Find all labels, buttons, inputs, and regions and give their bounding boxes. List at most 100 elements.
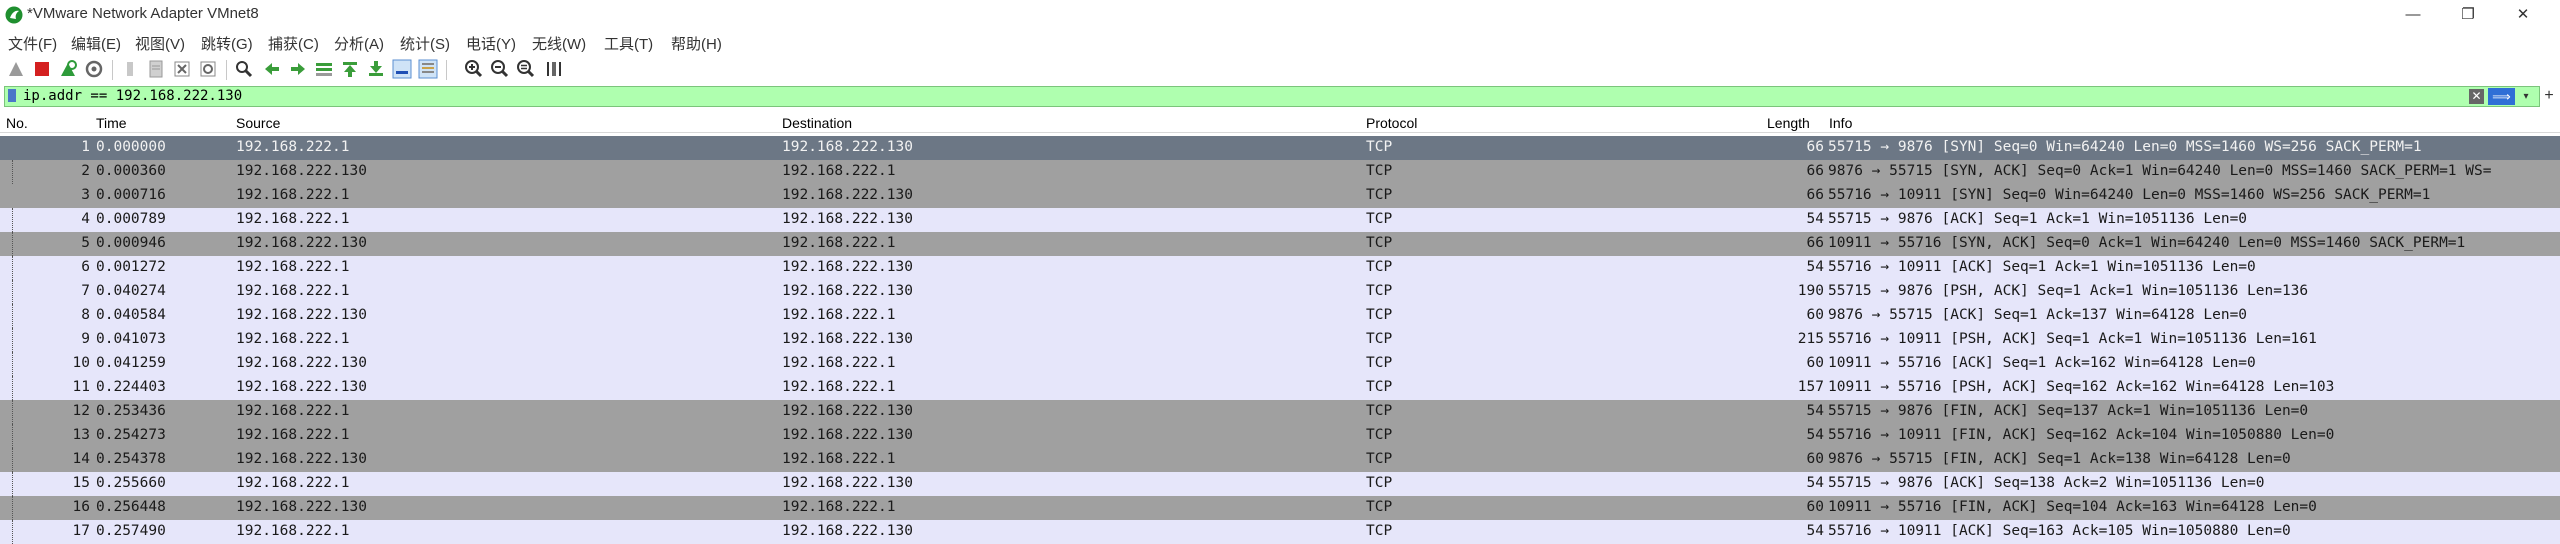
packet-row[interactable]: 1 0.000000 192.168.222.1 192.168.222.130 TCP… [0,136,2560,160]
conversation-line [12,520,13,544]
packet-no: 5 [81,235,90,251]
column-header-destination[interactable]: Destination [782,115,852,131]
packet-row[interactable]: 17 0.257490 192.168.222.1 192.168.222.130 TC… [0,520,2560,544]
packet-time: 0.040584 [96,307,166,323]
packet-info: 55716 → 10911 [ACK] Seq=163 Ack=105 Win=… [1828,523,2291,539]
clear-filter-button[interactable]: ✕ [2469,89,2484,104]
autoscroll-icon[interactable] [392,59,412,79]
column-header-info[interactable]: Info [1829,115,1852,131]
packet-row[interactable]: 5 0.000946 192.168.222.130 192.168.222.1 TCP… [0,232,2560,256]
zoom-normal-icon[interactable] [516,59,536,79]
packet-info: 55715 → 9876 [ACK] Seq=1 Ack=1 Win=10511… [1828,211,2248,227]
packet-row[interactable]: 3 0.000716 192.168.222.1 192.168.222.130 TCP… [0,184,2560,208]
bookmark-icon[interactable] [8,89,16,102]
conversation-line [12,424,13,448]
close-button[interactable]: ✕ [2500,2,2546,28]
colorize-icon[interactable] [418,59,438,79]
packet-destination: 192.168.222.130 [782,475,913,491]
menu-statistics[interactable]: 统计(S) [400,33,450,54]
packet-protocol: TCP [1366,331,1393,347]
packet-protocol: TCP [1366,499,1393,515]
menu-view[interactable]: 视图(V) [135,33,185,54]
start-capture-icon[interactable] [6,59,26,79]
zoom-out-icon[interactable] [490,59,510,79]
packet-row[interactable]: 2 0.000360 192.168.222.130 192.168.222.1 TCP… [0,160,2560,184]
packet-destination: 192.168.222.1 [782,307,896,323]
packet-time: 0.224403 [96,379,166,395]
packet-time: 0.001272 [96,259,166,275]
find-packet-icon[interactable] [234,59,254,79]
save-file-icon[interactable] [146,59,166,79]
capture-options-icon[interactable] [84,59,104,79]
menu-file[interactable]: 文件(F) [8,33,57,54]
menu-tools[interactable]: 工具(T) [604,33,653,54]
column-header-protocol[interactable]: Protocol [1366,115,1417,131]
packet-row[interactable]: 15 0.255660 192.168.222.1 192.168.222.130 TC… [0,472,2560,496]
packet-time: 0.256448 [96,499,166,515]
display-filter-input[interactable]: ip.addr == 192.168.222.130 [23,87,242,106]
packet-time: 0.254378 [96,451,166,467]
packet-row[interactable]: 7 0.040274 192.168.222.1 192.168.222.130 TCP… [0,280,2560,304]
packet-destination: 192.168.222.130 [782,427,913,443]
packet-info: 9876 → 55715 [ACK] Seq=1 Ack=137 Win=641… [1828,307,2248,323]
packet-time: 0.000360 [96,163,166,179]
packet-destination: 192.168.222.1 [782,379,896,395]
packet-no: 2 [81,163,90,179]
go-last-icon[interactable] [366,59,386,79]
menu-analyze[interactable]: 分析(A) [334,33,384,54]
column-header-source[interactable]: Source [236,115,280,131]
packet-destination: 192.168.222.130 [782,187,913,203]
packet-row[interactable]: 6 0.001272 192.168.222.1 192.168.222.130 TCP… [0,256,2560,280]
packet-row[interactable]: 9 0.041073 192.168.222.1 192.168.222.130 TCP… [0,328,2560,352]
go-back-icon[interactable] [262,59,282,79]
packet-no: 10 [72,355,90,371]
open-file-icon[interactable] [120,59,140,79]
packet-source: 192.168.222.130 [236,163,367,179]
menu-edit[interactable]: 编辑(E) [71,33,121,54]
column-header-no[interactable]: No. [6,115,28,131]
column-header-time[interactable]: Time [96,115,127,131]
apply-filter-button[interactable]: ⟹ [2488,88,2515,105]
packet-length: 54 [1806,403,1824,419]
stop-capture-icon[interactable] [32,59,52,79]
menu-go[interactable]: 跳转(G) [201,33,253,54]
packet-info: 55715 → 9876 [PSH, ACK] Seq=1 Ack=1 Win=… [1828,283,2309,299]
column-header-length[interactable]: Length [1767,115,1810,131]
main-toolbar [0,56,2560,84]
packet-protocol: TCP [1366,211,1393,227]
window-title: *VMware Network Adapter VMnet8 [27,5,259,22]
conversation-line [12,280,13,304]
maximize-button[interactable]: ❐ [2445,2,2491,28]
packet-time: 0.041259 [96,355,166,371]
add-filter-button[interactable]: + [2540,86,2558,106]
packet-row[interactable]: 13 0.254273 192.168.222.1 192.168.222.130 TC… [0,424,2560,448]
packet-row[interactable]: 4 0.000789 192.168.222.1 192.168.222.130 TCP… [0,208,2560,232]
filter-history-dropdown[interactable]: ▾ [2517,88,2535,105]
packet-info: 55715 → 9876 [FIN, ACK] Seq=137 Ack=1 Wi… [1828,403,2309,419]
menu-telephony[interactable]: 电话(Y) [466,33,516,54]
close-file-icon[interactable] [172,59,192,79]
restart-capture-icon[interactable] [58,59,78,79]
menu-capture[interactable]: 捕获(C) [268,33,319,54]
packet-row[interactable]: 16 0.256448 192.168.222.130 192.168.222.1 TC… [0,496,2560,520]
packet-no: 17 [72,523,90,539]
menu-help[interactable]: 帮助(H) [671,33,722,54]
minimize-button[interactable]: — [2390,2,2436,28]
packet-row[interactable]: 10 0.041259 192.168.222.130 192.168.222.1 TC… [0,352,2560,376]
go-first-icon[interactable] [340,59,360,79]
menu-wireless[interactable]: 无线(W) [532,33,586,54]
packet-row[interactable]: 8 0.040584 192.168.222.130 192.168.222.1 TCP… [0,304,2560,328]
packet-destination: 192.168.222.1 [782,499,896,515]
packet-length: 215 [1797,331,1824,347]
packet-length: 66 [1806,163,1824,179]
packet-row[interactable]: 11 0.224403 192.168.222.130 192.168.222.1 TC… [0,376,2560,400]
zoom-in-icon[interactable] [464,59,484,79]
packet-row[interactable]: 12 0.253436 192.168.222.1 192.168.222.130 TC… [0,400,2560,424]
reload-file-icon[interactable] [198,59,218,79]
resize-columns-icon[interactable] [544,59,564,79]
go-to-packet-icon[interactable] [314,59,334,79]
packet-protocol: TCP [1366,403,1393,419]
go-forward-icon[interactable] [288,59,308,79]
packet-row[interactable]: 14 0.254378 192.168.222.130 192.168.222.1 TC… [0,448,2560,472]
packet-info: 55716 → 10911 [SYN] Seq=0 Win=64240 Len=… [1828,187,2431,203]
